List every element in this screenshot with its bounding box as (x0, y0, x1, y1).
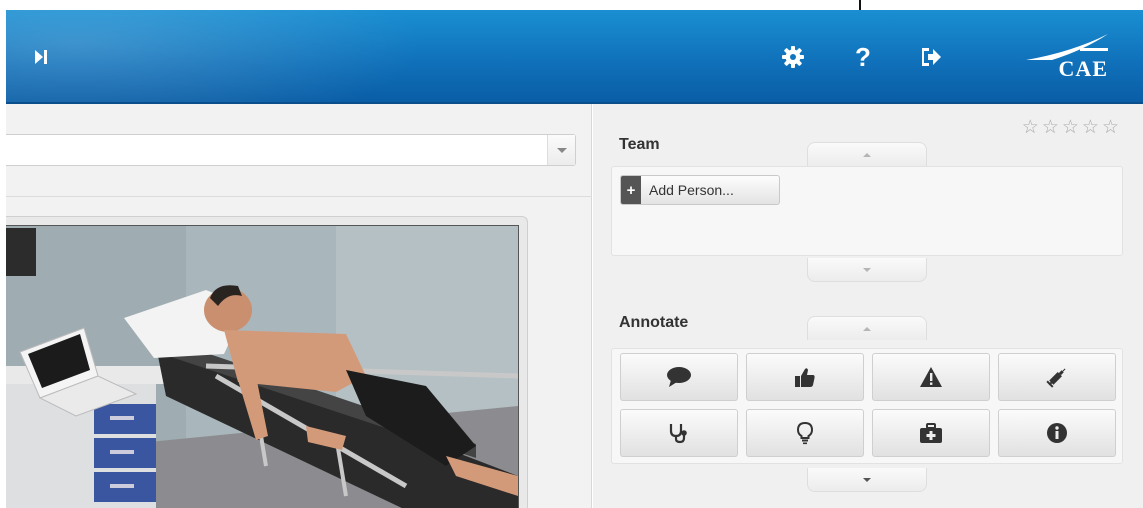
team-scroll-down-button[interactable] (807, 258, 927, 282)
star-5-icon[interactable]: ☆ (1102, 118, 1119, 137)
warning-icon (920, 367, 942, 387)
help-button[interactable]: ? (846, 40, 880, 74)
thumbs-up-button[interactable] (746, 353, 864, 401)
star-1-icon[interactable]: ☆ (1022, 118, 1039, 137)
star-4-icon[interactable]: ☆ (1082, 118, 1099, 137)
help-icon: ? (855, 42, 871, 72)
chevron-down-icon (863, 477, 871, 482)
stethoscope-button[interactable] (620, 409, 738, 457)
chevron-down-icon (556, 147, 567, 153)
video-image (6, 226, 518, 508)
add-person-label: Add Person... (649, 182, 734, 198)
chevron-up-icon (863, 152, 871, 157)
annotate-scroll-down-button[interactable] (807, 468, 927, 492)
video-frame (6, 216, 528, 508)
star-3-icon[interactable]: ☆ (1062, 118, 1079, 137)
plus-icon: + (621, 176, 641, 204)
logout-button[interactable] (914, 40, 948, 74)
team-title: Team (619, 136, 660, 153)
callout-line (859, 0, 861, 10)
logout-icon (922, 48, 941, 66)
syringe-icon (1046, 368, 1066, 388)
gear-icon (782, 46, 804, 68)
video-feed[interactable] (6, 225, 519, 508)
lightbulb-icon (796, 421, 814, 445)
cae-logo: CAE (1022, 32, 1122, 88)
app-window: ? CAE ☆ ☆ ☆ ☆ ☆ Team + Add Person... Ann… (0, 0, 1143, 508)
cae-logo-text: CAE (1058, 56, 1108, 81)
add-person-button[interactable]: + Add Person... (620, 175, 780, 205)
comment-button[interactable] (620, 353, 738, 401)
medkit-icon (920, 423, 942, 443)
annotate-title: Annotate (619, 314, 689, 331)
thumbs-up-icon (795, 368, 815, 387)
info-button[interactable] (998, 409, 1116, 457)
annotate-grid (611, 348, 1123, 464)
team-scroll-up-button[interactable] (807, 142, 927, 166)
right-panel: ☆ ☆ ☆ ☆ ☆ Team + Add Person... Annotate (593, 104, 1143, 508)
team-list: + Add Person... (611, 166, 1123, 256)
settings-button[interactable] (776, 40, 810, 74)
header-bar: ? CAE (6, 10, 1143, 104)
lightbulb-button[interactable] (746, 409, 864, 457)
medkit-button[interactable] (872, 409, 990, 457)
left-panel (6, 104, 592, 508)
comment-icon (667, 367, 691, 387)
divider (6, 196, 592, 197)
info-icon (1047, 423, 1067, 443)
warning-button[interactable] (872, 353, 990, 401)
syringe-button[interactable] (998, 353, 1116, 401)
star-2-icon[interactable]: ☆ (1042, 118, 1059, 137)
scenario-dropdown[interactable] (6, 134, 576, 166)
annotate-scroll-up-button[interactable] (807, 316, 927, 340)
skip-forward-icon (35, 50, 47, 64)
star-rating[interactable]: ☆ ☆ ☆ ☆ ☆ (1022, 118, 1119, 137)
dropdown-toggle-button[interactable] (547, 135, 575, 165)
stethoscope-icon (669, 424, 687, 444)
chevron-up-icon (863, 326, 871, 331)
skip-forward-button[interactable] (24, 40, 58, 74)
chevron-down-icon (863, 267, 871, 272)
